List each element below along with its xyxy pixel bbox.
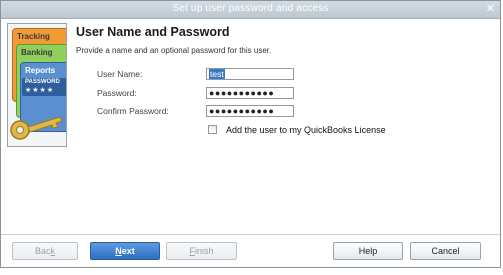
- confirm-password-label: Confirm Password:: [97, 106, 169, 116]
- user-name-value: test: [209, 69, 225, 79]
- password-label: Password:: [97, 88, 137, 98]
- cancel-button[interactable]: Cancel: [410, 242, 481, 260]
- user-name-label: User Name:: [97, 69, 143, 79]
- confirm-password-input[interactable]: ●●●●●●●●●●●: [206, 105, 294, 117]
- add-to-license-label[interactable]: Add the user to my QuickBooks License: [226, 125, 386, 135]
- illustration-panel: Tracking Banking Reports PASSWORD ★★★★: [7, 23, 67, 147]
- tracking-card-label: Tracking: [17, 32, 50, 41]
- back-button-text: Bac: [34, 246, 51, 256]
- finish-button-text: inish: [194, 246, 214, 256]
- help-button[interactable]: Help: [333, 242, 403, 260]
- window-title: Set up user password and access: [172, 3, 329, 14]
- password-strip: PASSWORD ★★★★: [22, 78, 66, 96]
- back-button[interactable]: Back: [12, 242, 78, 260]
- setup-user-dialog: Set up user password and access ✕ Tracki…: [0, 0, 501, 268]
- password-input[interactable]: ●●●●●●●●●●●: [206, 87, 294, 99]
- title-bar: Set up user password and access ✕: [1, 1, 500, 19]
- user-name-input[interactable]: test: [206, 68, 294, 80]
- password-strip-stars: ★★★★: [25, 87, 55, 94]
- next-button-text: ext: [121, 246, 135, 256]
- next-button[interactable]: Next: [90, 242, 160, 260]
- page-subtitle: Provide a name and an optional password …: [76, 46, 272, 55]
- key-icon: [10, 116, 63, 140]
- page-title: User Name and Password: [76, 25, 230, 39]
- back-button-accelerator: k: [50, 246, 56, 256]
- password-strip-label: PASSWORD: [25, 79, 60, 85]
- reports-card-label: Reports: [25, 66, 56, 75]
- banking-card-label: Banking: [21, 48, 53, 57]
- add-to-license-checkbox[interactable]: [208, 125, 217, 134]
- finish-button[interactable]: Finish: [166, 242, 237, 260]
- close-icon[interactable]: ✕: [486, 2, 495, 15]
